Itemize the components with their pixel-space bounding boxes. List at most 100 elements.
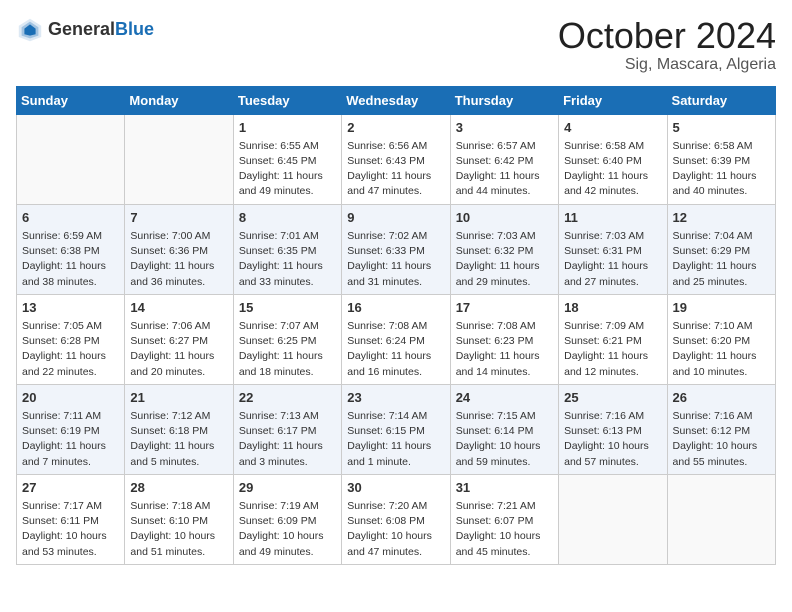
sunrise-text: Sunrise: 7:03 AM bbox=[456, 230, 536, 242]
title-section: October 2024 Sig, Mascara, Algeria bbox=[558, 16, 776, 74]
sunrise-text: Sunrise: 7:06 AM bbox=[130, 320, 210, 332]
day-info: Sunrise: 7:13 AMSunset: 6:17 PMDaylight:… bbox=[239, 409, 336, 470]
day-number: 23 bbox=[347, 389, 444, 407]
sunset-text: Sunset: 6:17 PM bbox=[239, 425, 317, 437]
day-number: 20 bbox=[22, 389, 119, 407]
sunrise-text: Sunrise: 7:19 AM bbox=[239, 500, 319, 512]
sunset-text: Sunset: 6:28 PM bbox=[22, 335, 100, 347]
day-number: 6 bbox=[22, 209, 119, 227]
calendar-cell: 1Sunrise: 6:55 AMSunset: 6:45 PMDaylight… bbox=[233, 114, 341, 204]
calendar-cell: 28Sunrise: 7:18 AMSunset: 6:10 PMDayligh… bbox=[125, 474, 233, 564]
calendar-cell: 26Sunrise: 7:16 AMSunset: 6:12 PMDayligh… bbox=[667, 384, 775, 474]
calendar-cell: 18Sunrise: 7:09 AMSunset: 6:21 PMDayligh… bbox=[559, 294, 667, 384]
day-info: Sunrise: 7:08 AMSunset: 6:23 PMDaylight:… bbox=[456, 319, 553, 380]
calendar-cell: 24Sunrise: 7:15 AMSunset: 6:14 PMDayligh… bbox=[450, 384, 558, 474]
daylight-text: Daylight: 11 hours and 36 minutes. bbox=[130, 260, 214, 287]
calendar-cell: 21Sunrise: 7:12 AMSunset: 6:18 PMDayligh… bbox=[125, 384, 233, 474]
calendar-week-row: 13Sunrise: 7:05 AMSunset: 6:28 PMDayligh… bbox=[17, 294, 776, 384]
sunrise-text: Sunrise: 6:56 AM bbox=[347, 140, 427, 152]
weekday-header-thursday: Thursday bbox=[450, 86, 558, 114]
day-info: Sunrise: 7:19 AMSunset: 6:09 PMDaylight:… bbox=[239, 499, 336, 560]
calendar-cell: 29 Sunrise: 7:19 AMSunset: 6:09 PMDayligh… bbox=[233, 474, 341, 564]
calendar-week-row: 27Sunrise: 7:17 AMSunset: 6:11 PMDayligh… bbox=[17, 474, 776, 564]
calendar-cell: 10Sunrise: 7:03 AMSunset: 6:32 PMDayligh… bbox=[450, 204, 558, 294]
sunrise-text: Sunrise: 7:10 AM bbox=[673, 320, 753, 332]
calendar-cell: 30 Sunrise: 7:20 AMSunset: 6:08 PMDayligh… bbox=[342, 474, 450, 564]
sunrise-text: Sunrise: 7:14 AM bbox=[347, 410, 427, 422]
calendar-cell: 25 Sunrise: 7:16 AMSunset: 6:13 PMDayligh… bbox=[559, 384, 667, 474]
day-number: 25 bbox=[564, 389, 661, 407]
sunrise-text: Sunrise: 7:05 AM bbox=[22, 320, 102, 332]
calendar-cell: 22Sunrise: 7:13 AMSunset: 6:17 PMDayligh… bbox=[233, 384, 341, 474]
weekday-header-tuesday: Tuesday bbox=[233, 86, 341, 114]
day-number: 16 bbox=[347, 299, 444, 317]
day-number: 21 bbox=[130, 389, 227, 407]
sunset-text: Sunset: 6:11 PM bbox=[22, 515, 99, 527]
day-info: Sunrise: 7:16 AMSunset: 6:13 PMDaylight:… bbox=[564, 409, 661, 470]
sunrise-text: Sunrise: 6:55 AM bbox=[239, 140, 319, 152]
day-number: 31 bbox=[456, 479, 553, 497]
calendar-cell: 6 Sunrise: 6:59 AMSunset: 6:38 PMDaylight… bbox=[17, 204, 125, 294]
calendar-week-row: 20Sunrise: 7:11 AMSunset: 6:19 PMDayligh… bbox=[17, 384, 776, 474]
calendar-cell: 4Sunrise: 6:58 AMSunset: 6:40 PMDaylight… bbox=[559, 114, 667, 204]
day-number: 30 bbox=[347, 479, 444, 497]
day-info: Sunrise: 7:21 AMSunset: 6:07 PMDaylight:… bbox=[456, 499, 553, 560]
calendar-cell: 13Sunrise: 7:05 AMSunset: 6:28 PMDayligh… bbox=[17, 294, 125, 384]
day-number: 28 bbox=[130, 479, 227, 497]
daylight-text: Daylight: 11 hours and 29 minutes. bbox=[456, 260, 540, 287]
sunrise-text: Sunrise: 7:16 AM bbox=[564, 410, 644, 422]
day-info: Sunrise: 7:16 AMSunset: 6:12 PMDaylight:… bbox=[673, 409, 770, 470]
day-info: Sunrise: 6:59 AMSunset: 6:38 PMDaylight:… bbox=[22, 229, 119, 290]
day-info: Sunrise: 6:55 AMSunset: 6:45 PMDaylight:… bbox=[239, 139, 336, 200]
sunset-text: Sunset: 6:31 PM bbox=[564, 245, 642, 257]
daylight-text: Daylight: 11 hours and 12 minutes. bbox=[564, 350, 648, 377]
day-info: Sunrise: 7:00 AMSunset: 6:36 PMDaylight:… bbox=[130, 229, 227, 290]
page-header: General Blue October 2024 Sig, Mascara, … bbox=[16, 16, 776, 74]
calendar-cell: 3Sunrise: 6:57 AMSunset: 6:42 PMDaylight… bbox=[450, 114, 558, 204]
day-info: Sunrise: 7:20 AMSunset: 6:08 PMDaylight:… bbox=[347, 499, 444, 560]
sunrise-text: Sunrise: 7:18 AM bbox=[130, 500, 210, 512]
day-info: Sunrise: 7:15 AMSunset: 6:14 PMDaylight:… bbox=[456, 409, 553, 470]
sunset-text: Sunset: 6:07 PM bbox=[456, 515, 534, 527]
logo-icon bbox=[16, 16, 44, 44]
daylight-text: Daylight: 10 hours and 47 minutes. bbox=[347, 530, 432, 557]
day-info: Sunrise: 7:07 AMSunset: 6:25 PMDaylight:… bbox=[239, 319, 336, 380]
daylight-text: Daylight: 10 hours and 45 minutes. bbox=[456, 530, 541, 557]
day-number: 29 bbox=[239, 479, 336, 497]
sunset-text: Sunset: 6:27 PM bbox=[130, 335, 208, 347]
daylight-text: Daylight: 11 hours and 10 minutes. bbox=[673, 350, 757, 377]
sunrise-text: Sunrise: 7:12 AM bbox=[130, 410, 210, 422]
sunset-text: Sunset: 6:10 PM bbox=[130, 515, 208, 527]
sunrise-text: Sunrise: 7:01 AM bbox=[239, 230, 319, 242]
sunrise-text: Sunrise: 7:15 AM bbox=[456, 410, 536, 422]
daylight-text: Daylight: 11 hours and 31 minutes. bbox=[347, 260, 431, 287]
day-info: Sunrise: 7:04 AMSunset: 6:29 PMDaylight:… bbox=[673, 229, 770, 290]
calendar-cell: 2Sunrise: 6:56 AMSunset: 6:43 PMDaylight… bbox=[342, 114, 450, 204]
day-number: 19 bbox=[673, 299, 770, 317]
sunset-text: Sunset: 6:43 PM bbox=[347, 155, 425, 167]
sunrise-text: Sunrise: 7:16 AM bbox=[673, 410, 753, 422]
day-info: Sunrise: 7:10 AMSunset: 6:20 PMDaylight:… bbox=[673, 319, 770, 380]
sunrise-text: Sunrise: 7:07 AM bbox=[239, 320, 319, 332]
calendar-cell: 12Sunrise: 7:04 AMSunset: 6:29 PMDayligh… bbox=[667, 204, 775, 294]
day-number: 22 bbox=[239, 389, 336, 407]
calendar-cell bbox=[667, 474, 775, 564]
day-number: 15 bbox=[239, 299, 336, 317]
calendar-cell: 27Sunrise: 7:17 AMSunset: 6:11 PMDayligh… bbox=[17, 474, 125, 564]
calendar-subtitle: Sig, Mascara, Algeria bbox=[558, 56, 776, 74]
day-number: 5 bbox=[673, 119, 770, 137]
sunrise-text: Sunrise: 6:59 AM bbox=[22, 230, 102, 242]
calendar-cell bbox=[559, 474, 667, 564]
day-info: Sunrise: 6:56 AMSunset: 6:43 PMDaylight:… bbox=[347, 139, 444, 200]
calendar-cell: 9Sunrise: 7:02 AMSunset: 6:33 PMDaylight… bbox=[342, 204, 450, 294]
sunset-text: Sunset: 6:29 PM bbox=[673, 245, 751, 257]
day-info: Sunrise: 7:08 AMSunset: 6:24 PMDaylight:… bbox=[347, 319, 444, 380]
day-info: Sunrise: 6:58 AMSunset: 6:40 PMDaylight:… bbox=[564, 139, 661, 200]
day-info: Sunrise: 7:03 AMSunset: 6:32 PMDaylight:… bbox=[456, 229, 553, 290]
day-number: 17 bbox=[456, 299, 553, 317]
day-info: Sunrise: 7:02 AMSunset: 6:33 PMDaylight:… bbox=[347, 229, 444, 290]
sunrise-text: Sunrise: 6:58 AM bbox=[673, 140, 753, 152]
sunset-text: Sunset: 6:21 PM bbox=[564, 335, 642, 347]
sunrise-text: Sunrise: 7:04 AM bbox=[673, 230, 753, 242]
sunrise-text: Sunrise: 7:13 AM bbox=[239, 410, 319, 422]
